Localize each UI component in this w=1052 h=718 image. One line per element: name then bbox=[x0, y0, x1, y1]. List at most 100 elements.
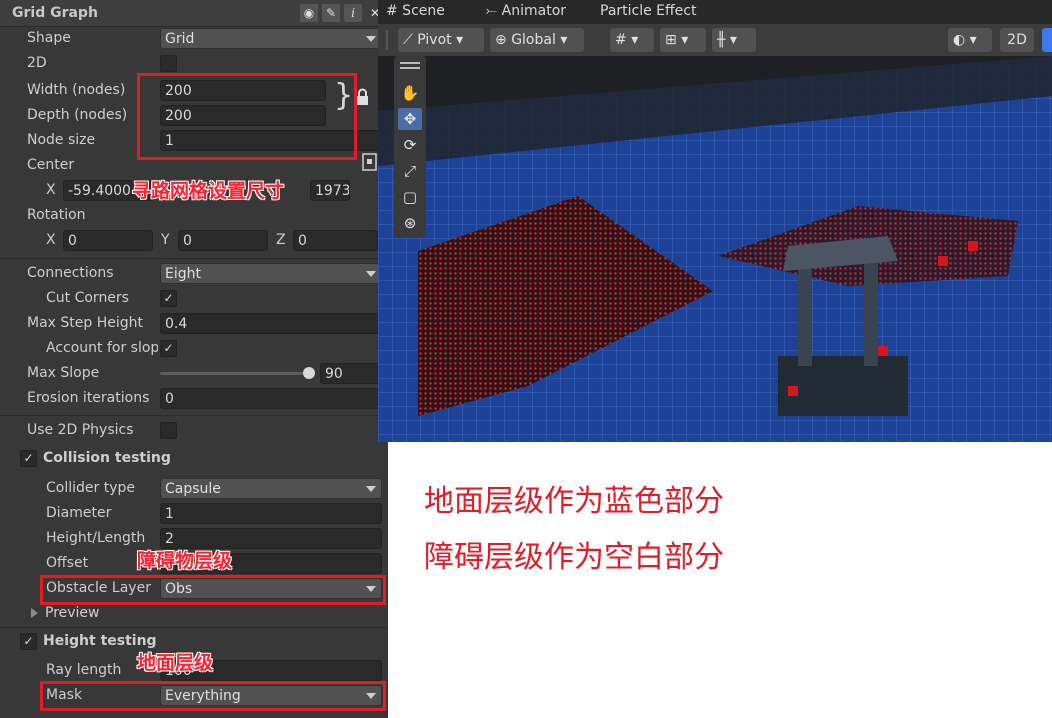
eye-icon[interactable]: ◉ bbox=[300, 4, 318, 22]
2d-label: 2D bbox=[27, 55, 47, 71]
note-line-1: 地面层级作为蓝色部分 bbox=[424, 484, 724, 519]
expand-arrow-icon[interactable] bbox=[31, 608, 38, 618]
tab-animator[interactable]: ⤚ Animator bbox=[486, 3, 566, 19]
offset-label: Offset bbox=[46, 555, 89, 571]
shape-value: Grid bbox=[165, 31, 195, 47]
chevron-down-icon bbox=[366, 271, 376, 277]
pillar bbox=[864, 256, 878, 366]
connections-label: Connections bbox=[27, 265, 114, 281]
shape-label: Shape bbox=[27, 30, 71, 46]
pillar bbox=[798, 256, 812, 366]
tab-particle-effect[interactable]: Particle Effect bbox=[600, 3, 696, 19]
erosion-label: Erosion iterations bbox=[27, 390, 150, 406]
move-tool-icon[interactable]: ✥ bbox=[398, 108, 422, 130]
snap-increment-button[interactable]: ⊞ ▾ bbox=[660, 28, 706, 52]
chevron-down-icon: ▾ bbox=[969, 32, 977, 48]
note-line-2: 障碍层级作为空白部分 bbox=[424, 540, 724, 575]
pivot-button[interactable]: ⟋ Pivot ▾ bbox=[398, 28, 484, 52]
lock-icon[interactable] bbox=[355, 88, 370, 106]
rotation-y-label: Y bbox=[161, 232, 170, 248]
rotate-tool-icon[interactable]: ⟳ bbox=[398, 134, 422, 156]
obstacle-marker bbox=[788, 386, 798, 396]
pivot-label: Pivot bbox=[417, 32, 452, 48]
max-slope-label: Max Slope bbox=[27, 365, 100, 381]
center-label: Center bbox=[27, 157, 75, 173]
grid-size-highlight bbox=[137, 73, 357, 160]
pencil-icon[interactable]: ✎ bbox=[322, 4, 340, 22]
collision-testing-label: Collision testing bbox=[43, 450, 171, 466]
erosion-input[interactable]: 0 bbox=[160, 388, 382, 409]
rotation-label: Rotation bbox=[27, 207, 86, 223]
globe-icon: ⊕ bbox=[495, 32, 507, 48]
connections-dropdown[interactable]: Eight bbox=[160, 263, 382, 284]
divider bbox=[386, 30, 388, 50]
animator-icon: ⤚ bbox=[486, 3, 502, 19]
height-testing-label: Height testing bbox=[43, 633, 157, 649]
rotation-x-input[interactable]: 0 bbox=[63, 230, 153, 251]
active-toggle[interactable] bbox=[1042, 28, 1052, 52]
cut-corners-label: Cut Corners bbox=[46, 290, 129, 306]
connections-value: Eight bbox=[165, 266, 201, 282]
scene-viewport[interactable] bbox=[378, 56, 1052, 442]
height-length-label: Height/Length bbox=[46, 530, 146, 546]
account-for-slope-label: Account for slop bbox=[46, 340, 158, 356]
collider-type-dropdown[interactable]: Capsule bbox=[160, 478, 382, 499]
chevron-down-icon bbox=[366, 36, 376, 42]
info-icon[interactable]: i bbox=[344, 4, 362, 22]
ruler-button[interactable]: ╫ ▾ bbox=[712, 28, 756, 52]
grid-size-annotation: 寻路网格设置尺寸 bbox=[132, 180, 285, 202]
hand-tool-icon[interactable]: ✋ bbox=[398, 82, 422, 104]
transform-tool-icon[interactable]: ⊛ bbox=[398, 212, 422, 234]
rotation-y-input[interactable]: 0 bbox=[178, 230, 268, 251]
account-for-slope-checkbox[interactable]: ✓ bbox=[160, 340, 177, 357]
tab-animator-label: Animator bbox=[501, 3, 567, 19]
chevron-down-icon: ▾ bbox=[631, 32, 639, 48]
tab-scene[interactable]: # Scene bbox=[386, 3, 445, 19]
collider-type-label: Collider type bbox=[46, 480, 135, 496]
diameter-input[interactable]: 1 bbox=[160, 503, 382, 524]
use-2d-physics-label: Use 2D Physics bbox=[27, 422, 134, 438]
use-2d-physics-checkbox[interactable] bbox=[160, 422, 177, 439]
rotation-z-input[interactable]: 0 bbox=[293, 230, 378, 251]
node-size-label: Node size bbox=[27, 132, 96, 148]
shape-dropdown[interactable]: Grid bbox=[160, 28, 382, 49]
draw-mode-button[interactable]: ◐ ▾ bbox=[948, 28, 992, 52]
rotation-x-label: X bbox=[46, 232, 56, 248]
ray-length-label: Ray length bbox=[46, 662, 122, 678]
palette-handle-icon[interactable] bbox=[400, 62, 420, 64]
chevron-down-icon bbox=[366, 486, 376, 492]
obstacle-marker bbox=[938, 256, 948, 266]
max-step-height-input[interactable]: 0.4 bbox=[160, 313, 382, 334]
obstacle-marker bbox=[878, 346, 888, 356]
rect-tool-icon[interactable]: ▢ bbox=[398, 186, 422, 208]
collision-testing-checkbox[interactable]: ✓ bbox=[20, 450, 37, 467]
width-label: Width (nodes) bbox=[27, 82, 126, 98]
center-z-input[interactable]: 1973 bbox=[310, 180, 350, 201]
global-button[interactable]: ⊕ Global ▾ bbox=[490, 28, 584, 52]
shading-icon: ◐ bbox=[953, 32, 966, 48]
center-x-label: X bbox=[46, 182, 56, 198]
cut-corners-checkbox[interactable]: ✓ bbox=[160, 290, 177, 307]
ruler-icon: ╫ bbox=[717, 32, 726, 48]
chevron-down-icon: ▾ bbox=[729, 32, 737, 48]
2d-checkbox[interactable] bbox=[160, 55, 177, 72]
chevron-down-icon: ▾ bbox=[560, 32, 568, 48]
obstacle-layer-annotation: 障碍物层级 bbox=[137, 550, 233, 572]
snap-icon[interactable] bbox=[361, 152, 379, 174]
scene-tool-options: ⟋ Pivot ▾ ⊕ Global ▾ # ▾ ⊞ ▾ ╫ ▾ ◐ ▾ 2D bbox=[378, 24, 1052, 57]
scale-tool-icon[interactable]: ⤢ bbox=[398, 160, 422, 182]
scene-tool-palette: ✋ ✥ ⟳ ⤢ ▢ ⊛ bbox=[394, 56, 426, 238]
grid-graph-header[interactable]: Grid Graph ◉ ✎ i ✕ bbox=[0, 0, 388, 27]
max-slope-input[interactable]: 90 bbox=[320, 363, 382, 384]
2d-toggle-button[interactable]: 2D bbox=[1000, 28, 1034, 52]
height-testing-checkbox[interactable]: ✓ bbox=[20, 633, 37, 650]
chevron-down-icon: ▾ bbox=[681, 32, 689, 48]
chevron-down-icon: ▾ bbox=[456, 32, 464, 48]
preview-label[interactable]: Preview bbox=[45, 605, 100, 621]
max-slope-slider-thumb[interactable] bbox=[302, 367, 315, 379]
max-slope-slider-track[interactable] bbox=[160, 372, 315, 375]
max-step-height-label: Max Step Height bbox=[27, 315, 143, 331]
obstacle-marker bbox=[968, 241, 978, 251]
rotation-z-label: Z bbox=[276, 232, 286, 248]
grid-snap-button[interactable]: # ▾ bbox=[610, 28, 654, 52]
